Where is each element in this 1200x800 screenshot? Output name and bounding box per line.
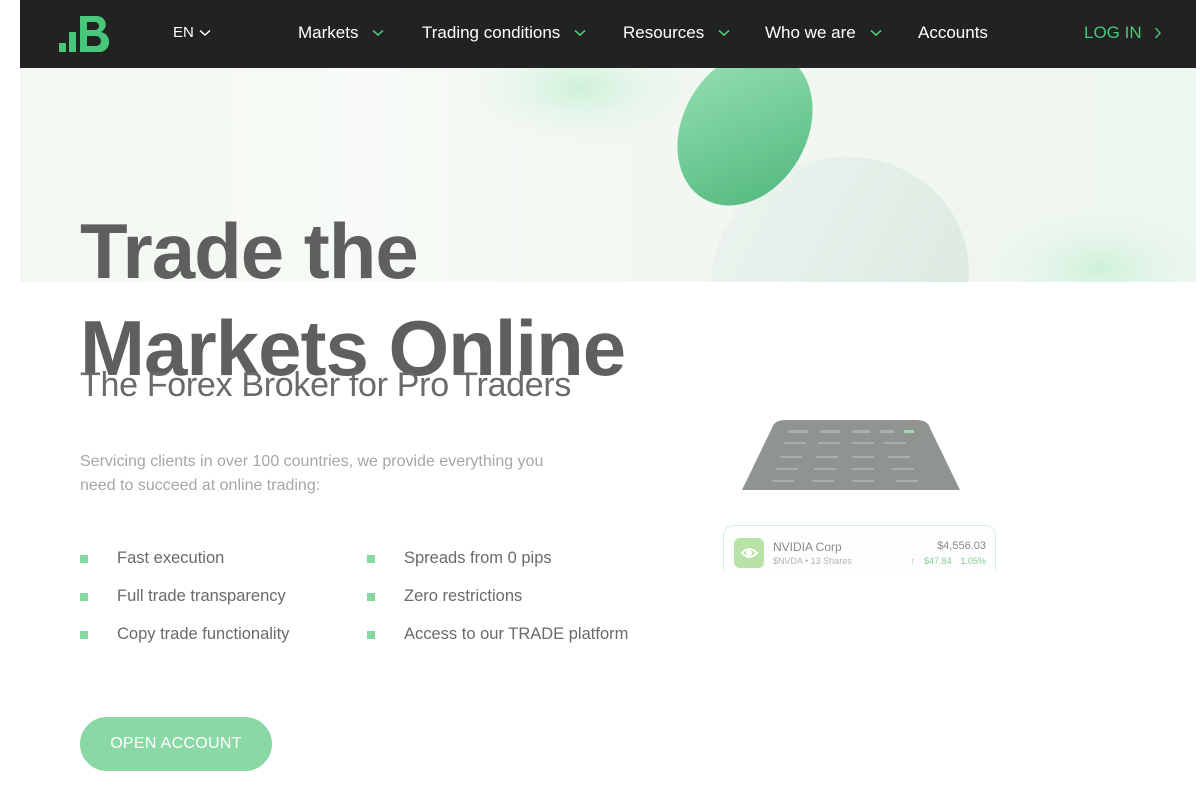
- login-label: LOG IN: [1084, 23, 1142, 42]
- bullet-icon: [80, 592, 88, 601]
- hero-title-line-1: Trade the: [80, 207, 419, 295]
- feature-label: Full trade transparency: [117, 587, 286, 605]
- bullet-icon: [367, 592, 375, 601]
- nav-item-label: Accounts: [918, 23, 988, 42]
- logo-icon[interactable]: [59, 16, 115, 52]
- hero-description: Servicing clients in over 100 countries,…: [80, 453, 544, 494]
- feature-item: Zero restrictions: [367, 587, 522, 606]
- stock-card: NVIDIA Corp $NVDA • 13 Shares $4,556.03 …: [723, 525, 996, 571]
- open-account-button[interactable]: OPEN ACCOUNT: [80, 717, 272, 771]
- top-navbar: EN Markets Trading conditions Resources …: [20, 0, 1196, 68]
- chevron-down-icon: [870, 29, 882, 37]
- stock-subtitle: $NVDA • 13 Shares: [773, 556, 852, 566]
- feature-label: Zero restrictions: [404, 587, 523, 605]
- bullet-icon: [80, 630, 88, 639]
- nvidia-logo-icon: [734, 538, 764, 568]
- feature-label: Access to our TRADE platform: [404, 625, 629, 643]
- nav-item-label: Trading conditions: [422, 23, 561, 42]
- chevron-down-icon: [574, 29, 586, 37]
- feature-item: Access to our TRADE platform: [367, 625, 628, 644]
- stock-change-value: $47.84: [923, 556, 952, 566]
- stock-price: $4,556.03: [937, 540, 986, 552]
- chevron-down-icon: [199, 29, 211, 36]
- bullet-icon: [367, 554, 375, 563]
- nav-item-who-we-are[interactable]: Who we are: [765, 23, 882, 43]
- stock-change-percent: 1.05%: [960, 556, 986, 566]
- nav-item-label: Resources: [623, 23, 705, 42]
- nav-item-label: Who we are: [765, 23, 856, 42]
- feature-item: Copy trade functionality: [80, 625, 289, 644]
- bullet-icon: [367, 630, 375, 639]
- chevron-down-icon: [372, 29, 385, 37]
- stock-name: NVIDIA Corp: [773, 540, 842, 554]
- nav-item-label: Markets: [298, 23, 359, 42]
- stock-change: ↑ $47.84 1.05%: [910, 556, 986, 566]
- feature-label: Spreads from 0 pips: [404, 549, 552, 567]
- feature-item: Full trade transparency: [80, 587, 286, 606]
- feature-item: Spreads from 0 pips: [367, 549, 552, 568]
- chevron-down-icon: [718, 29, 730, 37]
- hero-subtitle: The Forex Broker for Pro Traders: [80, 366, 572, 404]
- bullet-icon: [80, 554, 88, 563]
- nav-item-accounts[interactable]: Accounts: [918, 23, 988, 43]
- feature-label: Fast execution: [117, 549, 225, 567]
- arrow-up-icon: ↑: [910, 556, 915, 566]
- nav-item-markets[interactable]: Markets: [298, 23, 385, 43]
- phone-mockup-image: [742, 420, 960, 490]
- chevron-right-icon: [1154, 27, 1161, 39]
- feature-item: Fast execution: [80, 549, 224, 568]
- login-link[interactable]: LOG IN: [1084, 23, 1162, 43]
- language-label: EN: [173, 24, 194, 41]
- nav-item-resources[interactable]: Resources: [623, 23, 730, 43]
- feature-label: Copy trade functionality: [117, 625, 290, 643]
- language-selector[interactable]: EN: [173, 24, 211, 41]
- nav-item-trading-conditions[interactable]: Trading conditions: [422, 23, 586, 43]
